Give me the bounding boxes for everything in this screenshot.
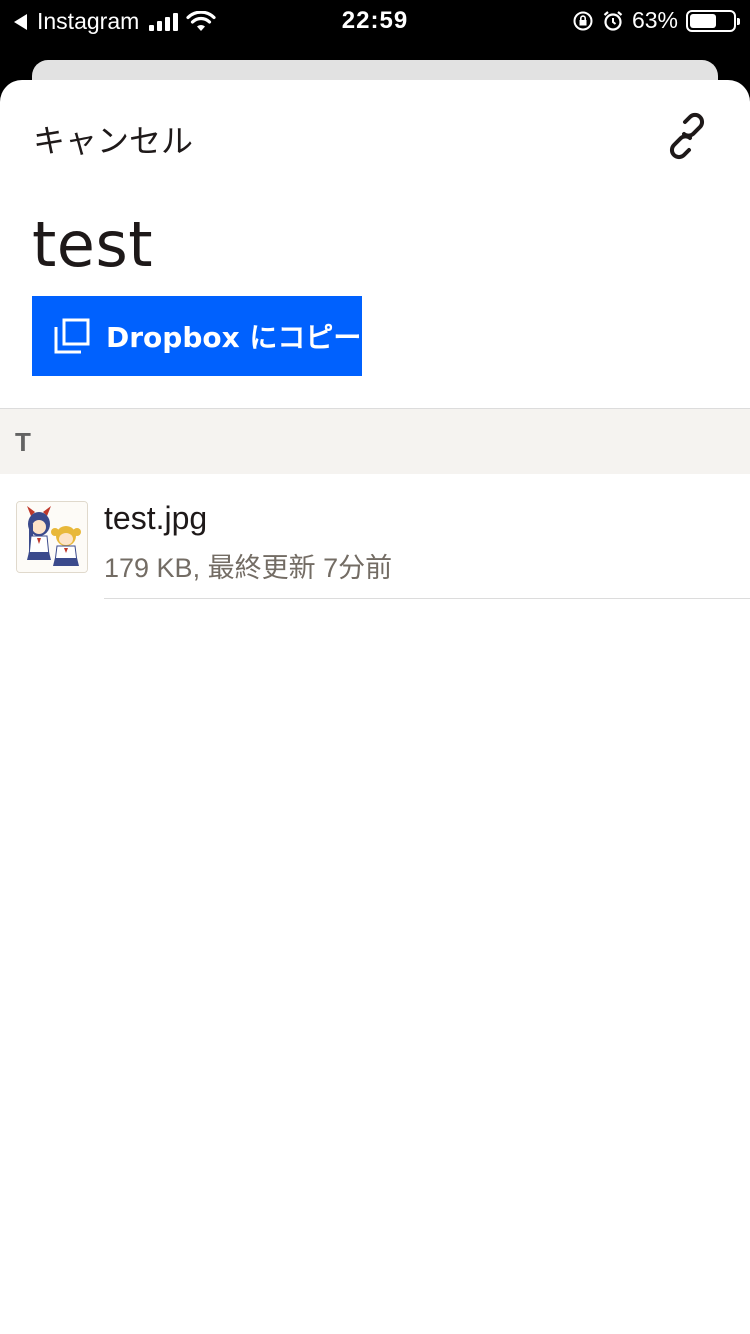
battery-tip bbox=[737, 17, 740, 25]
battery-percent: 63% bbox=[631, 7, 678, 33]
share-sheet: キャンセル test Dropbox にコピー T test.jpg 179 K… bbox=[0, 80, 750, 1334]
copy-to-dropbox-button[interactable]: Dropbox にコピー bbox=[32, 296, 362, 376]
link-icon[interactable] bbox=[668, 112, 706, 160]
alarm-icon bbox=[603, 10, 623, 31]
status-right: 63% bbox=[572, 7, 740, 34]
thumbnail-illustration bbox=[17, 502, 87, 572]
orientation-lock-icon bbox=[573, 11, 593, 30]
section-header: T bbox=[0, 408, 750, 474]
battery-level bbox=[690, 13, 716, 28]
file-meta: 179 KB, 最終更新 7分前 bbox=[104, 553, 393, 583]
cancel-button[interactable]: キャンセル bbox=[33, 116, 193, 162]
status-bar: Instagram 22:59 63% bbox=[0, 0, 750, 40]
row-divider bbox=[104, 598, 750, 599]
file-name: test.jpg bbox=[104, 500, 208, 536]
copy-button-label: Dropbox にコピー bbox=[106, 321, 362, 354]
battery-icon bbox=[686, 9, 740, 32]
file-row[interactable]: test.jpg 179 KB, 最終更新 7分前 bbox=[0, 474, 750, 600]
image-thumbnail bbox=[16, 501, 88, 573]
section-letter: T bbox=[15, 427, 31, 457]
copy-icon bbox=[54, 318, 90, 354]
page-title: test bbox=[32, 208, 154, 281]
